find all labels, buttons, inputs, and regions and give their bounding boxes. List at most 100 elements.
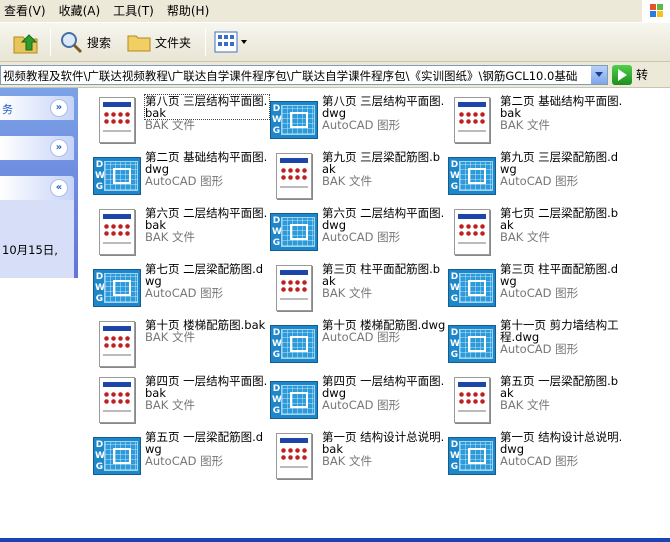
dwg-file-icon: DWG	[270, 95, 318, 145]
views-icon	[214, 31, 248, 53]
file-item[interactable]: 第八页 三层结构平面图.bak BAK 文件	[93, 94, 270, 149]
file-item[interactable]: D W G 第九页 三层梁配筋图.dwg AutoCAD 图形	[448, 151, 624, 205]
chevron-up-icon[interactable]: «	[50, 179, 68, 197]
bak-file-icon	[270, 151, 318, 201]
file-text: 第十页 楼梯配筋图.bak BAK 文件	[145, 319, 269, 343]
file-item[interactable]: D W G 第一页 结构设计总说明.dwg AutoCAD 图形	[448, 431, 624, 485]
task-panel-header-3[interactable]: «	[0, 176, 74, 200]
file-type: AutoCAD 图形	[500, 286, 579, 300]
search-button[interactable]: 搜索	[55, 26, 115, 58]
file-type: AutoCAD 图形	[322, 398, 401, 412]
go-button[interactable]: 转	[612, 64, 648, 85]
file-item[interactable]: 第六页 二层结构平面图.bak BAK 文件	[93, 207, 269, 261]
file-type: AutoCAD 图形	[145, 174, 224, 188]
file-type: AutoCAD 图形	[322, 330, 401, 344]
file-item[interactable]: 第二页 基础结构平面图.bak BAK 文件	[448, 95, 624, 149]
bottom-edge-bar	[0, 538, 670, 542]
file-text: 第三页 柱平面配筋图.dwg AutoCAD 图形	[500, 263, 624, 299]
file-name: 第八页 三层结构平面图.bak	[144, 94, 270, 120]
toolbar-separator	[50, 28, 51, 56]
views-button[interactable]	[210, 26, 252, 58]
folders-button[interactable]: 文件夹	[123, 26, 195, 58]
dwg-file-icon: DWG	[448, 263, 496, 313]
file-name: 第七页 二层梁配筋图.dwg	[145, 262, 264, 288]
chevron-down-icon[interactable]: »	[50, 99, 68, 117]
file-text: 第一页 结构设计总说明.bak BAK 文件	[322, 431, 446, 467]
file-item[interactable]: 第三页 柱平面配筋图.bak BAK 文件	[270, 263, 446, 317]
file-type: BAK 文件	[500, 118, 550, 132]
file-item[interactable]: D W G 第六页 二层结构平面图.dwg AutoCAD 图形	[270, 207, 446, 261]
file-item[interactable]: 第一页 结构设计总说明.bak BAK 文件	[270, 431, 446, 485]
bak-file-icon	[93, 319, 141, 369]
dwg-file-icon: DWG	[270, 207, 318, 257]
dwg-file-icon: DWG	[93, 263, 141, 313]
file-text: 第七页 二层梁配筋图.bak BAK 文件	[500, 207, 624, 243]
menu-bar: 查看(V) 收藏(A) 工具(T) 帮助(H)	[0, 0, 670, 22]
file-item[interactable]: D W G 第二页 基础结构平面图.dwg AutoCAD 图形	[93, 151, 269, 205]
file-item[interactable]: 第十页 楼梯配筋图.bak BAK 文件	[93, 319, 269, 373]
up-folder-button[interactable]	[8, 26, 44, 58]
file-type: BAK 文件	[500, 398, 550, 412]
file-name: 第二页 基础结构平面图.dwg	[145, 150, 268, 176]
file-text: 第五页 一层梁配筋图.dwg AutoCAD 图形	[145, 431, 269, 467]
file-text: 第六页 二层结构平面图.bak BAK 文件	[145, 207, 269, 243]
go-arrow-icon	[612, 64, 632, 85]
file-type: BAK 文件	[322, 286, 372, 300]
file-type: AutoCAD 图形	[145, 286, 224, 300]
menu-view[interactable]: 查看(V)	[0, 0, 55, 22]
address-path: 视频教程及软件\广联达视频教程\广联达自学课件程序包\广联达自学课件程序包\《实…	[3, 68, 578, 83]
file-item[interactable]: D W G 第三页 柱平面配筋图.dwg AutoCAD 图形	[448, 263, 624, 317]
file-name: 第一页 结构设计总说明.bak	[322, 430, 445, 456]
bak-file-icon	[93, 207, 141, 257]
file-text: 第二页 基础结构平面图.bak BAK 文件	[500, 95, 624, 131]
file-item[interactable]: D W G 第七页 二层梁配筋图.dwg AutoCAD 图形	[93, 263, 269, 317]
bak-file-icon	[270, 263, 318, 313]
file-item[interactable]: D W G 第十一页 剪力墙结构工程.dwg AutoCAD 图形	[448, 319, 624, 373]
windows-logo	[642, 0, 670, 22]
file-name: 第四页 一层结构平面图.bak	[145, 374, 268, 400]
file-item[interactable]: D W G 第五页 一层梁配筋图.dwg AutoCAD 图形	[93, 431, 269, 485]
folders-label: 文件夹	[155, 35, 192, 50]
search-label: 搜索	[87, 35, 112, 50]
menu-help[interactable]: 帮助(H)	[163, 0, 218, 22]
file-text: 第十页 楼梯配筋图.dwg AutoCAD 图形	[322, 319, 446, 343]
file-item[interactable]: D W G 第八页 三层结构平面图.dwg AutoCAD 图形	[270, 95, 446, 149]
dwg-file-icon: DWG	[448, 151, 496, 201]
file-name: 第十一页 剪力墙结构工程.dwg	[500, 318, 619, 344]
date-modified-text: 10月15日,	[2, 243, 58, 257]
dwg-file-icon: DWG	[448, 319, 496, 369]
file-name: 第九页 三层梁配筋图.dwg	[500, 150, 619, 176]
file-name: 第六页 二层结构平面图.bak	[145, 206, 268, 232]
file-text: 第八页 三层结构平面图.bak BAK 文件	[144, 94, 270, 131]
file-name: 第六页 二层结构平面图.dwg	[322, 206, 445, 232]
toolbar-separator	[205, 28, 207, 56]
file-item[interactable]: 第九页 三层梁配筋图.bak BAK 文件	[270, 151, 446, 205]
task-pane: 务 » » « 10月15日,	[0, 88, 78, 278]
file-name: 第三页 柱平面配筋图.bak	[322, 262, 441, 288]
menu-favorites[interactable]: 收藏(A)	[55, 0, 110, 22]
file-text: 第一页 结构设计总说明.dwg AutoCAD 图形	[500, 431, 624, 467]
task-panel-header-2[interactable]: »	[0, 136, 74, 160]
address-field[interactable]: 视频教程及软件\广联达视频教程\广联达自学课件程序包\广联达自学课件程序包\《实…	[0, 64, 608, 85]
file-type: BAK 文件	[322, 174, 372, 188]
bak-file-icon	[93, 375, 141, 425]
address-bar: 视频教程及软件\广联达视频教程\广联达自学课件程序包\广联达自学课件程序包\《实…	[0, 62, 670, 88]
dwg-file-icon: DWG	[93, 151, 141, 201]
bak-file-icon	[448, 375, 496, 425]
file-item[interactable]: D W G 第四页 一层结构平面图.dwg AutoCAD 图形	[270, 375, 446, 429]
file-text: 第四页 一层结构平面图.bak BAK 文件	[145, 375, 269, 411]
file-item[interactable]: 第四页 一层结构平面图.bak BAK 文件	[93, 375, 269, 429]
address-dropdown-chevron-down-icon[interactable]	[590, 65, 607, 84]
details-panel-body: 10月15日,	[0, 200, 74, 278]
task-panel-header-1[interactable]: 务 »	[0, 96, 74, 120]
menu-tools[interactable]: 工具(T)	[109, 0, 163, 22]
file-item[interactable]: D W G 第十页 楼梯配筋图.dwg AutoCAD 图形	[270, 319, 446, 373]
chevron-down-icon[interactable]: »	[50, 139, 68, 157]
task-panel-label: 务	[2, 103, 13, 116]
file-item[interactable]: 第七页 二层梁配筋图.bak BAK 文件	[448, 207, 624, 261]
file-name: 第二页 基础结构平面图.bak	[500, 94, 623, 120]
file-type: BAK 文件	[322, 454, 372, 468]
file-text: 第六页 二层结构平面图.dwg AutoCAD 图形	[322, 207, 446, 243]
dwg-file-icon: DWG	[270, 319, 318, 369]
file-item[interactable]: 第五页 一层梁配筋图.bak BAK 文件	[448, 375, 624, 429]
